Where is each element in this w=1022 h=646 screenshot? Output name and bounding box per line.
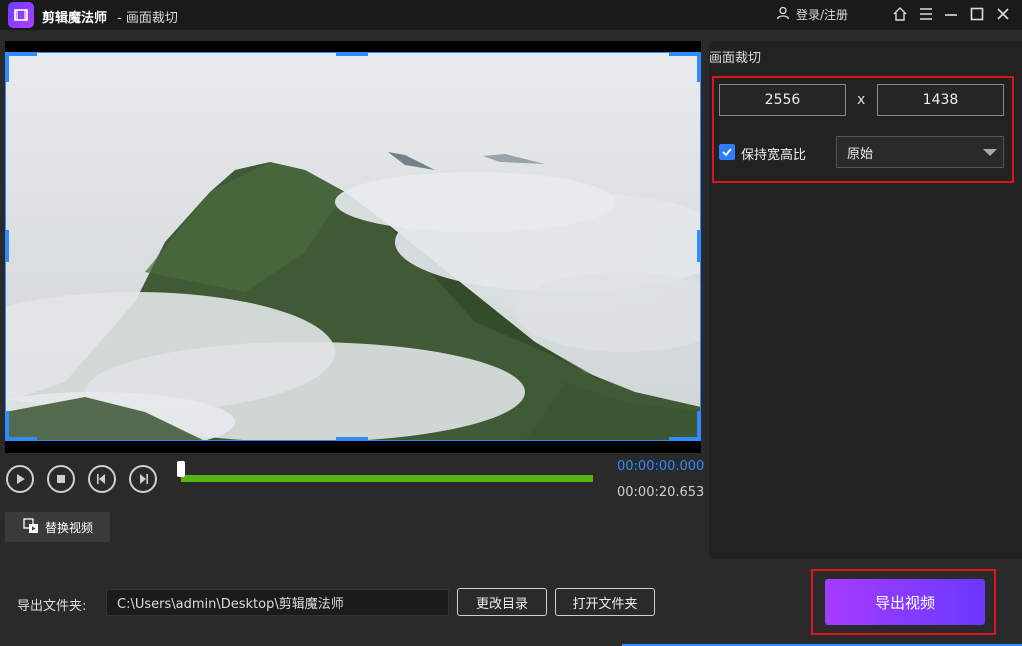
crop-frame[interactable] (5, 52, 701, 441)
keep-aspect-ratio-label[interactable]: 保持宽高比 (741, 144, 806, 163)
dimension-separator: x (857, 92, 866, 108)
window-title: - 画面裁切 (117, 11, 178, 26)
crop-handle-top-right-vertical[interactable] (697, 52, 701, 82)
crop-handle-right[interactable] (697, 230, 701, 262)
open-folder-button[interactable]: 打开文件夹 (555, 588, 655, 616)
crop-height-input[interactable]: 1438 (877, 84, 1004, 116)
aspect-ratio-select[interactable]: 原始 (836, 136, 1004, 168)
play-icon (17, 474, 25, 484)
crop-panel-title: 画面裁切 (709, 51, 762, 66)
title-bar: 剪辑魔法师 - 画面裁切 登录/注册 (0, 0, 1022, 30)
home-icon[interactable] (890, 4, 910, 24)
user-icon (776, 6, 790, 23)
chevron-down-icon (983, 149, 997, 156)
checkmark-icon (722, 148, 732, 157)
export-video-button[interactable]: 导出视频 (825, 579, 985, 625)
crop-handle-left[interactable] (5, 230, 9, 262)
login-register-button[interactable]: 登录/注册 (776, 6, 848, 23)
crop-handle-bottom-right-vertical[interactable] (697, 411, 701, 441)
stop-icon (57, 475, 65, 483)
keep-aspect-ratio-checkbox[interactable] (719, 144, 735, 160)
play-button[interactable] (6, 465, 34, 493)
crop-handle-bottom-left[interactable] (5, 437, 37, 441)
stop-button[interactable] (47, 465, 75, 493)
minimize-icon[interactable] (941, 4, 961, 24)
replace-video-button[interactable]: 替换视频 (5, 512, 110, 542)
crop-width-input[interactable]: 2556 (719, 84, 846, 116)
app-logo-icon (8, 2, 34, 28)
app-window: 剪辑魔法师 - 画面裁切 登录/注册 00:00:00.000 00:00:20… (0, 0, 1022, 646)
crop-handle-bottom-left-vertical[interactable] (5, 411, 9, 441)
crop-handle-top-left-vertical[interactable] (5, 52, 9, 82)
app-name: 剪辑魔法师 (42, 11, 108, 26)
crop-settings-panel: 画面裁切 2556 x 1438 保持宽高比 原始 (709, 41, 1022, 559)
maximize-icon[interactable] (967, 4, 987, 24)
output-folder-label: 导出文件夹: (17, 599, 87, 614)
replace-video-icon (23, 517, 39, 537)
previous-frame-button[interactable] (88, 465, 116, 493)
menu-icon[interactable] (916, 4, 936, 24)
current-time: 00:00:00.000 (617, 459, 705, 474)
next-frame-icon (140, 474, 148, 484)
crop-handle-top-left[interactable] (5, 52, 37, 56)
timeline-playhead[interactable] (177, 461, 185, 477)
next-frame-button[interactable] (129, 465, 157, 493)
output-folder-path[interactable]: C:\Users\admin\Desktop\剪辑魔法师 (106, 589, 449, 616)
login-register-label: 登录/注册 (796, 8, 849, 22)
change-directory-button[interactable]: 更改目录 (457, 588, 547, 616)
crop-handle-top[interactable] (336, 52, 368, 56)
close-icon[interactable] (993, 4, 1013, 24)
duration: 00:00:20.653 (617, 485, 705, 500)
replace-video-label: 替换视频 (45, 520, 94, 535)
aspect-ratio-selected: 原始 (847, 146, 874, 162)
crop-handle-bottom[interactable] (336, 437, 368, 441)
timeline-track[interactable] (181, 475, 593, 482)
previous-frame-icon (97, 474, 105, 484)
